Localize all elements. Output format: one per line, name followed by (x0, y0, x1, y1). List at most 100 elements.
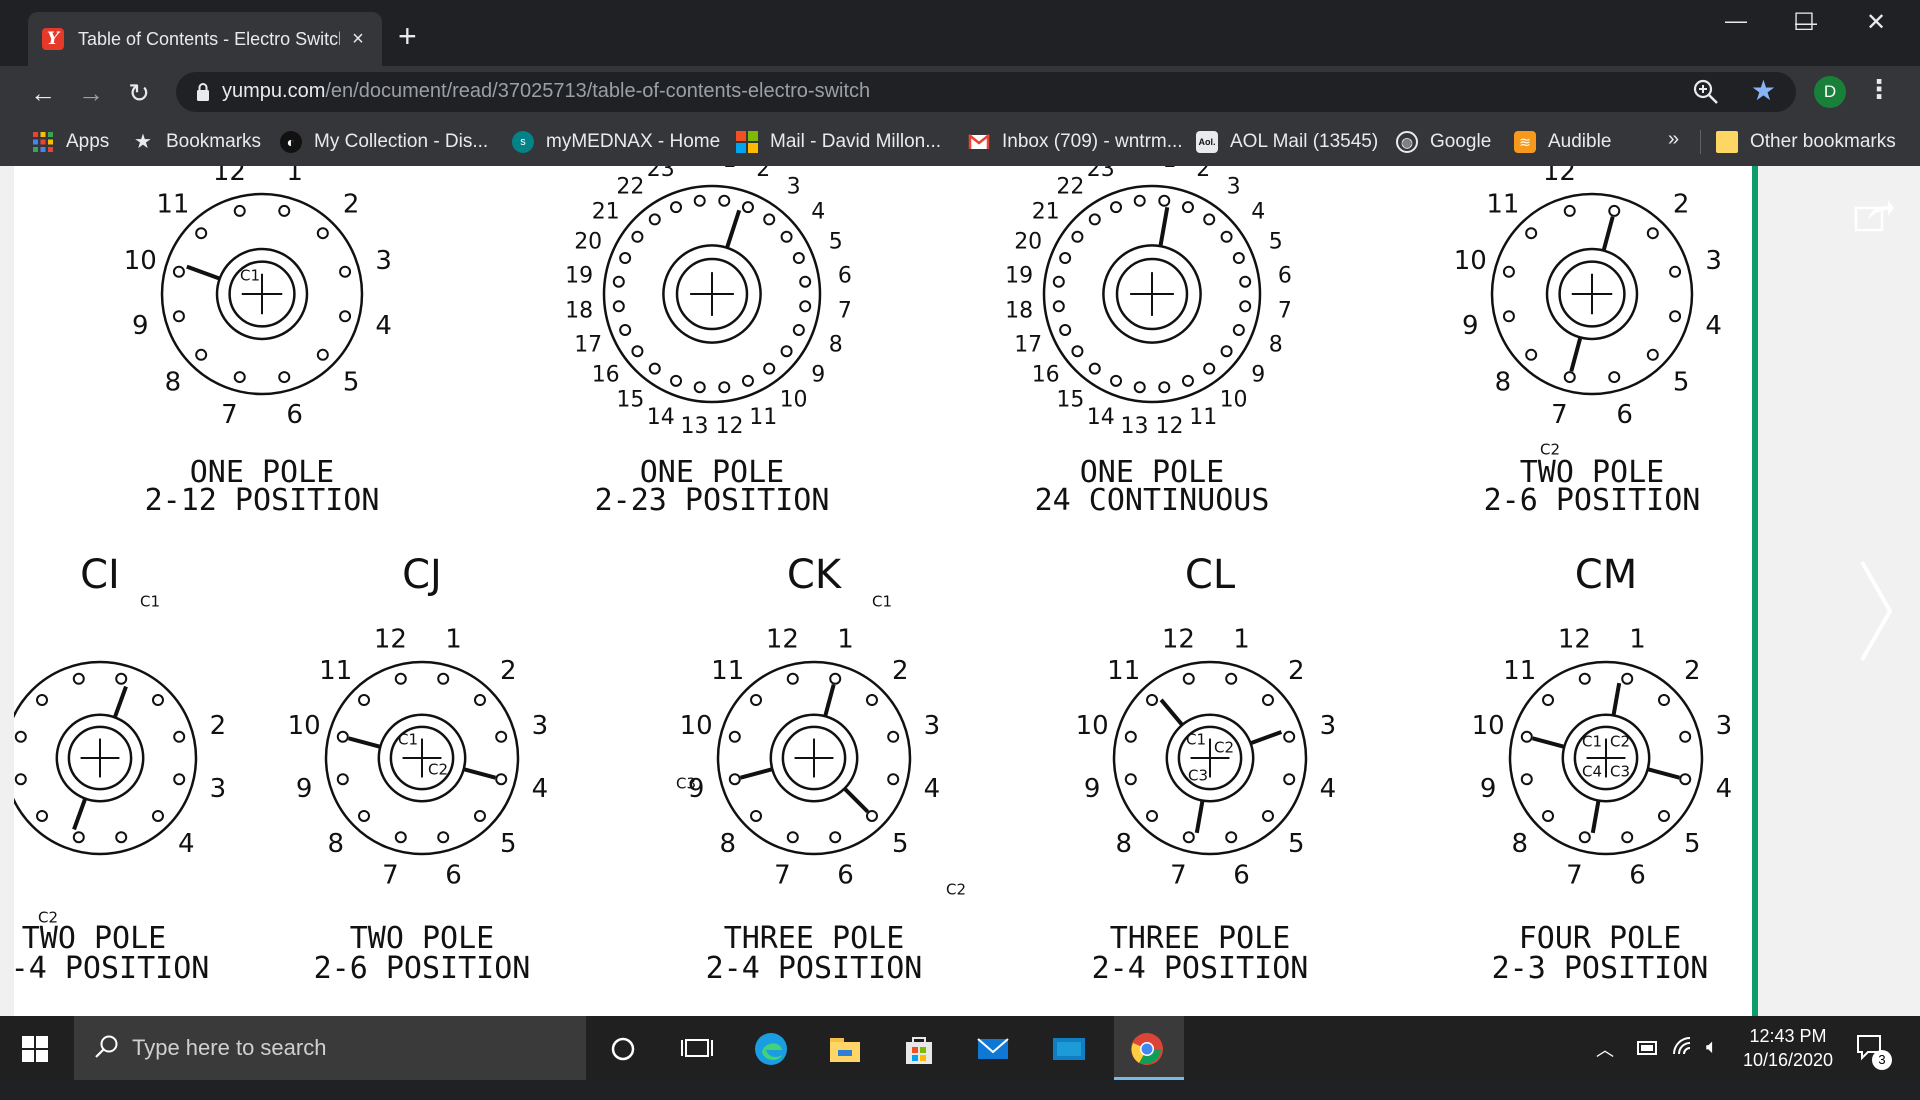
contact-label: C2 (428, 761, 448, 779)
bookmarks-bar: Apps ★ Bookmarks ◐ My Collection - Dis..… (0, 118, 1920, 166)
bookmark-star-icon[interactable]: ★ (1751, 74, 1776, 107)
dial-contact-point (1203, 213, 1216, 226)
back-arrow-icon[interactable]: ← (26, 76, 60, 110)
next-page-chevron-icon[interactable] (1856, 556, 1896, 666)
bookmark-mymednax[interactable]: s myMEDNAX - Home (512, 128, 720, 156)
dial-contact-point (1059, 252, 1072, 265)
diagram-code: CJ (402, 552, 442, 598)
dial-contact-point (1563, 204, 1576, 217)
dial-contact-point (1088, 213, 1101, 226)
volume-muted-icon[interactable]: 🔈︎ (1706, 1036, 1718, 1100)
windows-start-icon[interactable] (22, 1036, 48, 1062)
dial-contact-point (437, 672, 450, 685)
zoom-icon[interactable] (1692, 78, 1720, 106)
dial-contact-point (1646, 227, 1659, 240)
dial-number: 7 (774, 860, 791, 890)
dial-contact-point (1657, 694, 1670, 707)
dial-contact-point (394, 831, 407, 844)
dial-contact-point (1203, 362, 1216, 375)
wifi-icon[interactable] (1672, 1036, 1696, 1060)
dial-contact-point (1502, 310, 1515, 323)
address-bar[interactable]: yumpu.com/en/document/read/37025713/tabl… (176, 72, 1796, 112)
diagram-code: CL (1185, 552, 1236, 598)
bookmark-other[interactable]: Other bookmarks (1716, 128, 1896, 156)
dial-number: 11 (319, 656, 352, 686)
url-text[interactable]: yumpu.com/en/document/read/37025713/tabl… (222, 80, 870, 103)
taskbar-search-box[interactable]: Type here to search (74, 1016, 586, 1080)
bookmark-my-collection[interactable]: ◐ My Collection - Dis... (280, 128, 488, 156)
dial-contact-point (336, 730, 349, 743)
dial-contact-point (1220, 230, 1233, 243)
dial-contact-point (1525, 348, 1538, 361)
dial-number: 3 (1716, 711, 1733, 741)
maximize-icon[interactable]: ☐ (1784, 8, 1824, 37)
document-page[interactable]: 123456789101112C112345678910111213141516… (14, 166, 1758, 1016)
cortana-icon[interactable] (604, 1030, 642, 1068)
new-tab-button[interactable]: + (398, 20, 417, 52)
dial-contact-point (786, 831, 799, 844)
dial-number: 18 (1005, 298, 1033, 323)
bookmarks-divider (1700, 130, 1701, 154)
show-hidden-icons-chevron-icon[interactable]: ︿ (1596, 1036, 1614, 1100)
bookmark-mail[interactable]: Mail - David Millon... (736, 128, 941, 156)
dial-number: 10 (680, 711, 713, 741)
tab-close-icon[interactable]: × (346, 28, 370, 51)
tab-title: Table of Contents - Electro Switch (78, 28, 340, 49)
mail-icon[interactable] (974, 1030, 1012, 1068)
close-window-icon[interactable]: ✕ (1856, 8, 1896, 37)
dial-number: 9 (1084, 774, 1101, 804)
bookmark-inbox[interactable]: Inbox (709) - wntrm... (968, 128, 1183, 156)
profile-avatar[interactable]: D (1814, 76, 1846, 108)
app-tablet-icon[interactable] (1050, 1030, 1088, 1068)
dial-wiper (1194, 800, 1205, 834)
dial-contact-point (316, 227, 329, 240)
battery-icon[interactable] (1634, 1038, 1660, 1058)
dial-number: 11 (1189, 405, 1217, 430)
dial-number: 8 (1269, 332, 1283, 357)
share-icon[interactable] (1854, 196, 1896, 234)
dial-number: 15 (1056, 387, 1084, 412)
dial-number: 19 (1005, 264, 1033, 289)
task-view-icon[interactable] (678, 1030, 716, 1068)
edge-icon[interactable] (752, 1030, 790, 1068)
dial-wiper (348, 736, 381, 749)
dial-wiper (725, 209, 742, 249)
dial-number: 9 (1462, 311, 1479, 341)
url-path: /en/document/read/37025713/table-of-cont… (325, 80, 871, 102)
contact-label: C1 (240, 267, 260, 285)
dial-number: 5 (892, 829, 909, 859)
dial-number: 15 (616, 387, 644, 412)
title-bar: Y Table of Contents - Electro Switch × +… (0, 0, 1920, 66)
file-explorer-icon[interactable] (826, 1030, 864, 1068)
reload-icon[interactable]: ↻ (122, 76, 156, 110)
browser-tab[interactable]: Y Table of Contents - Electro Switch × (28, 12, 382, 66)
dial-contact-point (1124, 730, 1137, 743)
bookmark-label: Apps (66, 131, 110, 152)
chrome-icon[interactable] (1128, 1030, 1166, 1068)
dial-number: 11 (156, 189, 189, 219)
dial-number: 10 (780, 387, 808, 412)
more-bookmarks-chevron-icon[interactable]: » (1668, 128, 1679, 151)
store-icon[interactable] (900, 1030, 938, 1068)
bookmark-google[interactable]: ◍ Google (1396, 128, 1491, 156)
bookmark-audible[interactable]: ≋ Audible (1514, 128, 1611, 156)
dial-number: 1 (722, 166, 736, 173)
dial-number: 1 (286, 166, 303, 187)
kebab-menu-icon[interactable]: ⋮ (1866, 74, 1892, 105)
page-viewport: 123456789101112C112345678910111213141516… (0, 166, 1920, 1016)
dial-number: 6 (445, 860, 462, 890)
dial-contact-point (1283, 730, 1296, 743)
dial-number: 4 (178, 829, 195, 859)
minimize-icon[interactable]: — (1716, 8, 1756, 34)
dial-contact-point (36, 694, 49, 707)
bookmark-apps[interactable]: Apps (32, 128, 109, 156)
bookmark-bookmarks[interactable]: ★ Bookmarks (132, 128, 261, 156)
dial-contact-point (750, 809, 763, 822)
bookmark-aol[interactable]: Aol. AOL Mail (13545) (1196, 128, 1378, 156)
system-clock[interactable]: 12:43 PM 10/16/2020 (1738, 1024, 1838, 1072)
dial-contact-point (1261, 809, 1274, 822)
dial-number: 8 (829, 332, 843, 357)
forward-arrow-icon[interactable]: → (74, 76, 108, 110)
dial-number: 3 (924, 711, 941, 741)
dial-number: 5 (500, 829, 517, 859)
